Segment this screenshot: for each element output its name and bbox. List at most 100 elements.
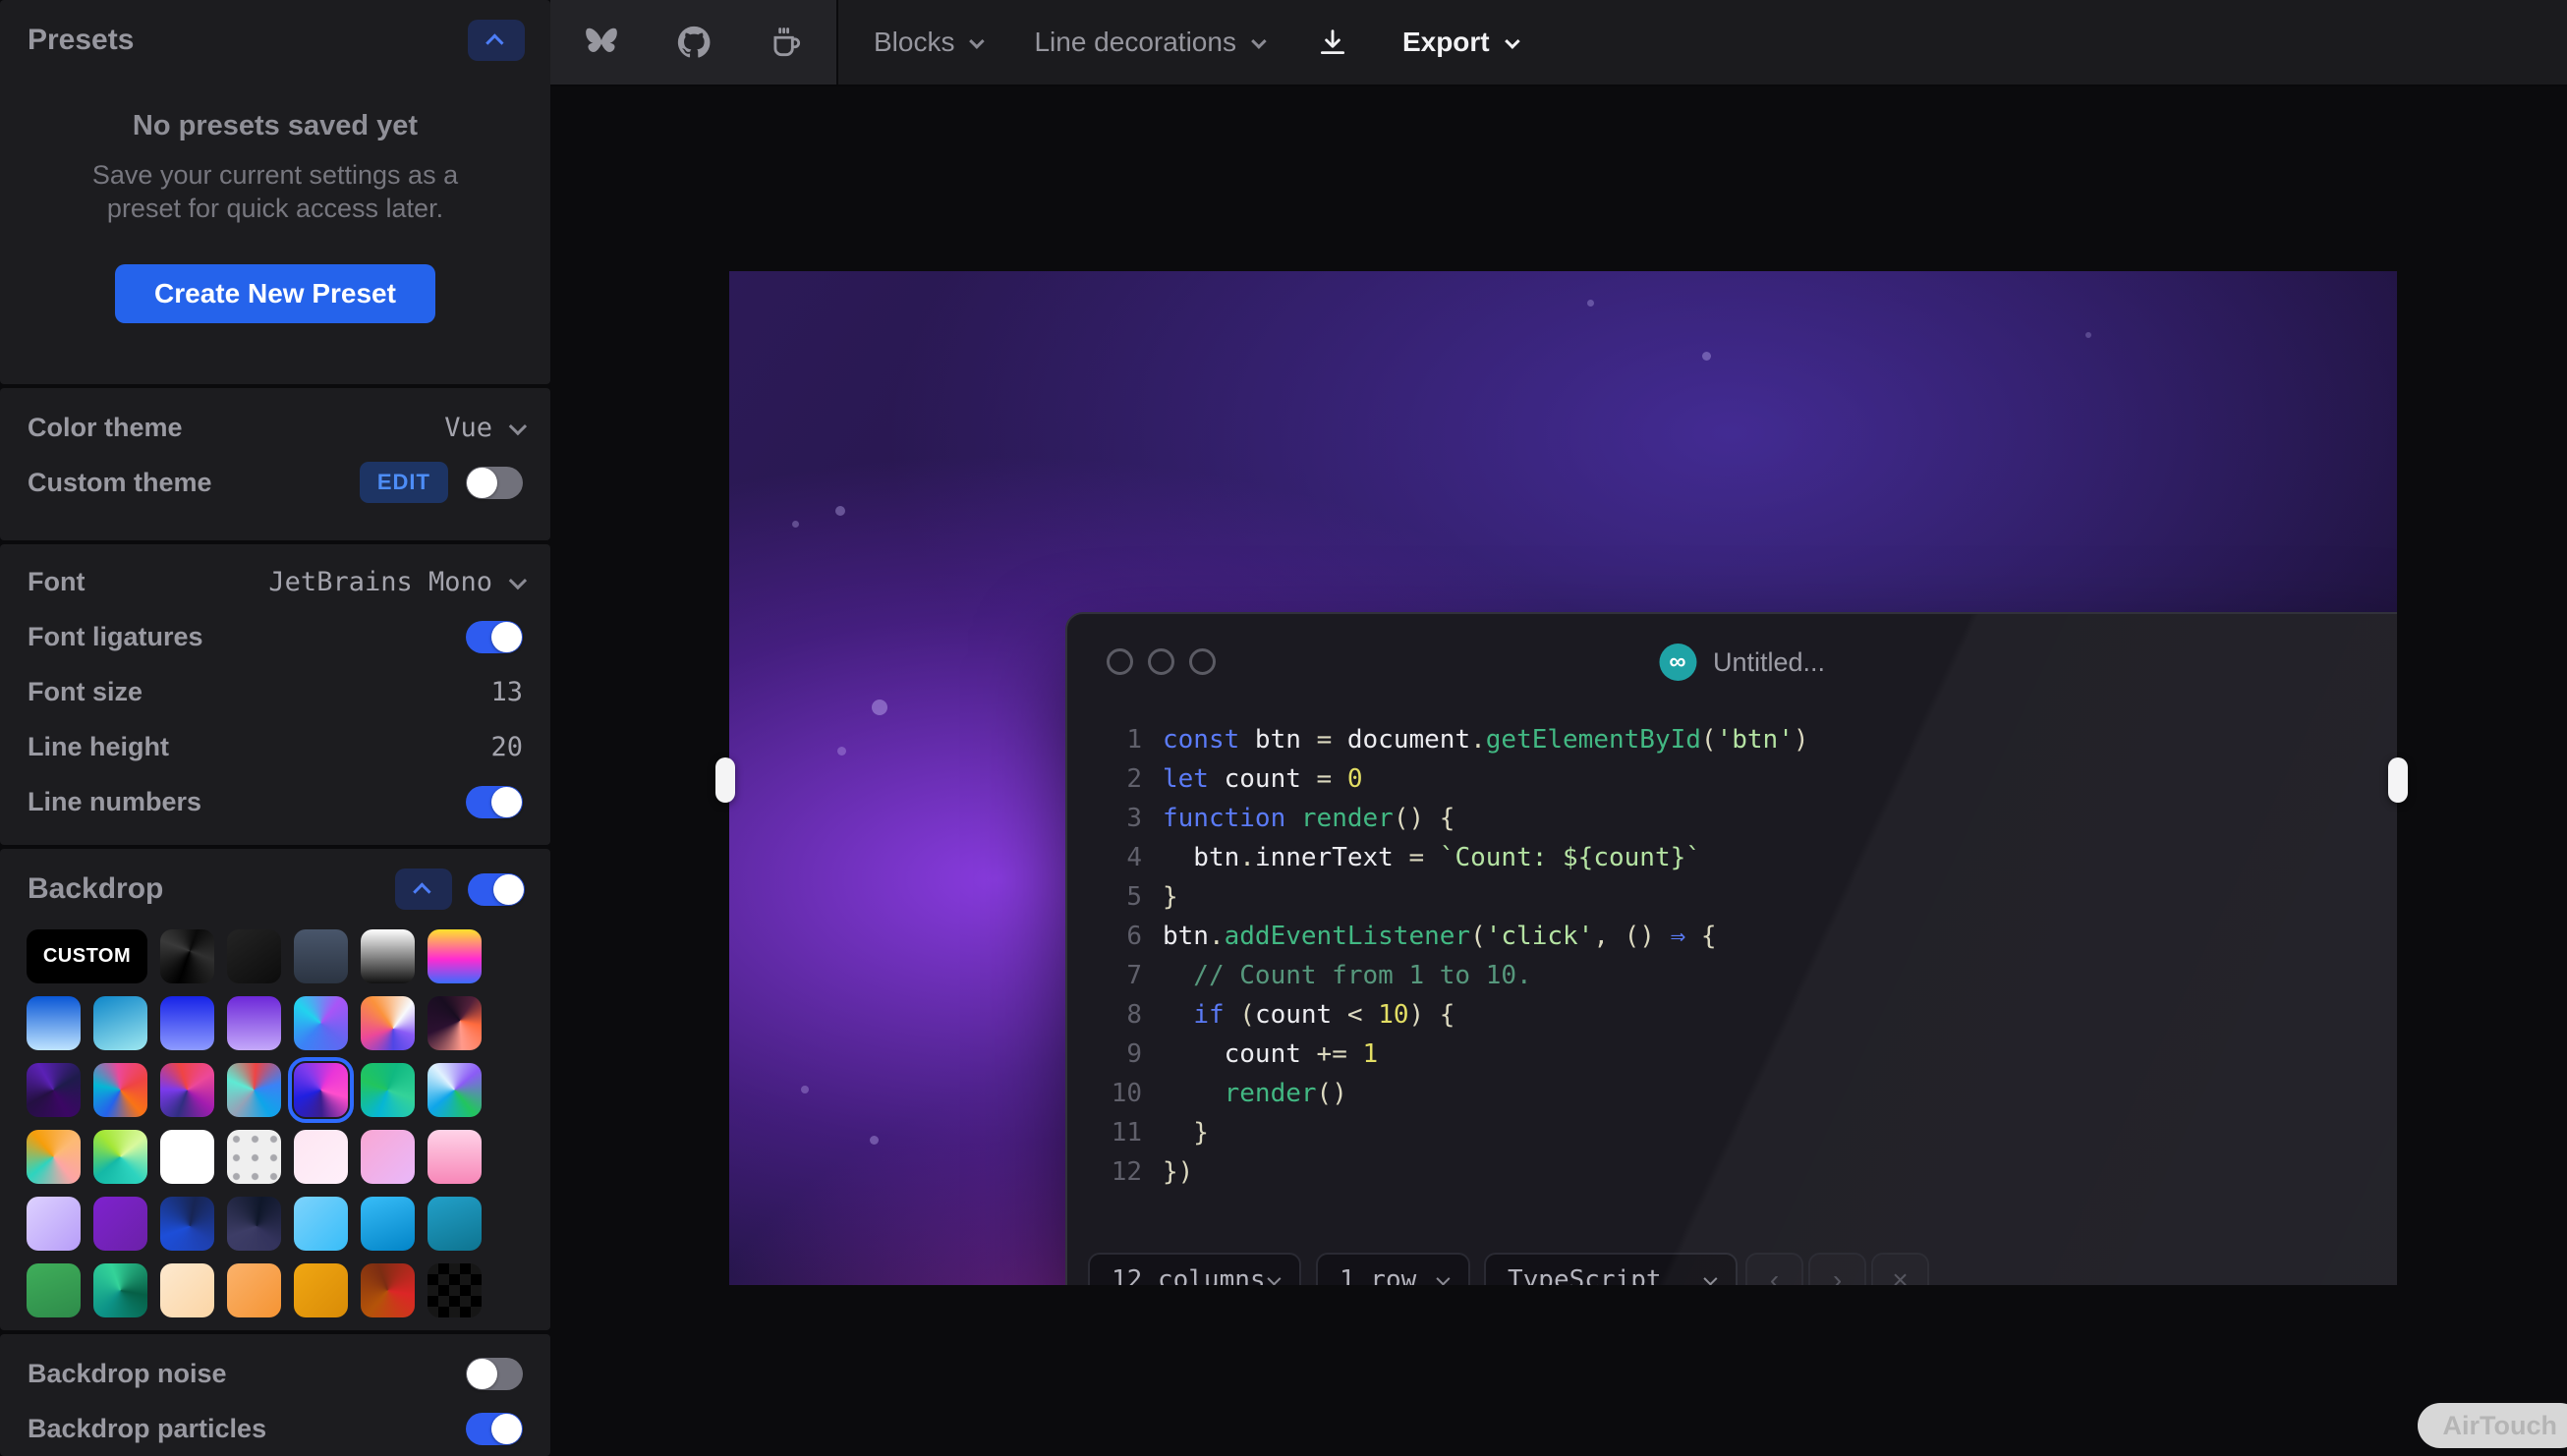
line-number: 8 (1067, 995, 1142, 1035)
backdrop-swatch-amber[interactable] (294, 1263, 348, 1317)
backdrop-swatch-dotted[interactable] (227, 1130, 281, 1184)
backdrop-swatch-slate[interactable] (294, 929, 348, 983)
backdrop-swatch-rust-conic[interactable] (361, 1263, 415, 1317)
backdrop-swatch-sage-red-blue-conic[interactable] (227, 1063, 281, 1117)
backdrop-swatch-grid: CUSTOM (0, 910, 550, 1317)
backdrop-collapse-button[interactable] (395, 868, 452, 910)
backdrop-toggle[interactable] (468, 873, 525, 906)
chevron-down-icon (1267, 1271, 1281, 1285)
line-number: 12 (1067, 1152, 1142, 1192)
backdrop-swatch-magenta-orange-conic[interactable] (361, 996, 415, 1050)
font-size-input[interactable]: 13 (490, 677, 523, 707)
bluesky-icon[interactable] (583, 24, 620, 61)
backdrop-swatch-blue-sky[interactable] (27, 996, 81, 1050)
particle (837, 747, 846, 756)
export-menu[interactable]: Export (1402, 27, 1516, 58)
line-decorations-menu[interactable]: Line decorations (1034, 27, 1262, 58)
code-line: 5} (1067, 877, 1809, 917)
particle (801, 1086, 809, 1093)
blocks-menu-label: Blocks (874, 27, 954, 58)
backdrop-swatch-blue-magenta-conic[interactable] (294, 1063, 348, 1117)
backdrop-swatch-pink-violet[interactable] (361, 1130, 415, 1184)
backdrop-swatch-cream[interactable] (160, 1263, 214, 1317)
rows-select[interactable]: 1 row (1316, 1253, 1470, 1285)
backdrop-swatch-blue-teal-purple-conic[interactable] (294, 996, 348, 1050)
backdrop-swatch-navy-conic[interactable] (160, 1197, 214, 1251)
presets-collapse-button[interactable] (468, 20, 525, 61)
code-line: 3function render() { (1067, 799, 1809, 838)
backdrop-swatch-cyan-white-violet-conic[interactable] (428, 1063, 482, 1117)
backdrop-swatch-cyan[interactable] (361, 1197, 415, 1251)
line-number: 4 (1067, 838, 1142, 877)
backdrop-swatch-dark-purple-conic[interactable] (27, 1063, 81, 1117)
custom-theme-edit-button[interactable]: EDIT (360, 462, 448, 503)
line-number: 10 (1067, 1074, 1142, 1113)
window-maximize-circle[interactable] (1189, 648, 1216, 675)
backdrop-noise-toggle[interactable] (466, 1358, 523, 1390)
presets-section: Presets No presets saved yet Save your c… (0, 0, 550, 384)
backdrop-swatch-white[interactable] (160, 1130, 214, 1184)
backdrop-swatch-violet[interactable] (227, 996, 281, 1050)
backdrop-swatch-orange[interactable] (227, 1263, 281, 1317)
custom-theme-label: Custom theme (28, 468, 212, 498)
backdrop-swatch-custom[interactable]: CUSTOM (27, 929, 147, 983)
window-title-group[interactable]: ∞ Untitled... (1659, 644, 1825, 681)
blocks-menu[interactable]: Blocks (874, 27, 981, 58)
backdrop-swatch-lavender[interactable] (27, 1197, 81, 1251)
coffee-icon[interactable] (768, 24, 805, 61)
custom-theme-toggle[interactable] (466, 467, 523, 499)
backdrop-swatch-transparent-checker[interactable] (428, 1263, 482, 1317)
font-select[interactable]: JetBrains Mono (268, 567, 523, 597)
backdrop-swatch-pale-pink[interactable] (294, 1130, 348, 1184)
columns-select[interactable]: 12 columns (1088, 1253, 1301, 1285)
resize-handle-right[interactable] (2388, 757, 2408, 803)
window-minimize-circle[interactable] (1148, 648, 1174, 675)
backdrop-swatch-pink[interactable] (428, 1130, 482, 1184)
backdrop-swatch-teal-blue[interactable] (93, 996, 147, 1050)
backdrop-swatch-charcoal[interactable] (227, 929, 281, 983)
line-number: 9 (1067, 1035, 1142, 1074)
backdrop-swatch-sky[interactable] (294, 1197, 348, 1251)
code-window[interactable]: ∞ Untitled... 1const btn = document.getE… (1065, 612, 2397, 1285)
language-select[interactable]: TypeScript (1484, 1253, 1738, 1285)
line-number: 5 (1067, 877, 1142, 917)
line-height-input[interactable]: 20 (490, 732, 523, 762)
backdrop-swatch-teal-orange-conic[interactable] (27, 1130, 81, 1184)
download-icon[interactable] (1316, 26, 1349, 59)
backdrop-particles-label: Backdrop particles (28, 1414, 266, 1444)
github-icon[interactable] (675, 24, 713, 61)
code-editor[interactable]: 1const btn = document.getElementById('bt… (1067, 720, 1809, 1192)
code-line: 11 } (1067, 1113, 1809, 1152)
backdrop-swatch-deep-teal[interactable] (428, 1197, 482, 1251)
move-left-button[interactable]: ‹ (1745, 1253, 1803, 1285)
backdrop-swatch-purple[interactable] (93, 1197, 147, 1251)
line-numbers-toggle[interactable] (466, 786, 523, 818)
move-right-button[interactable]: › (1808, 1253, 1866, 1285)
font-ligatures-toggle[interactable] (466, 621, 523, 653)
code-line: 8 if (count < 10) { (1067, 995, 1809, 1035)
backdrop-swatch-deep-blue[interactable] (160, 996, 214, 1050)
line-number: 2 (1067, 759, 1142, 799)
backdrop-swatch-teal-lime-conic[interactable] (93, 1130, 147, 1184)
create-new-preset-button[interactable]: Create New Preset (115, 264, 435, 323)
window-close-circle[interactable] (1107, 648, 1133, 675)
backdrop-swatch-green-teal-conic[interactable] (361, 1063, 415, 1117)
color-theme-select[interactable]: Vue (444, 413, 523, 443)
backdrop-swatch-dark-conic[interactable] (160, 929, 214, 983)
backdrop-swatch-dark-ember-conic[interactable] (428, 996, 482, 1050)
remove-block-button[interactable]: × (1871, 1253, 1929, 1285)
resize-handle-left[interactable] (715, 757, 735, 803)
line-number: 1 (1067, 720, 1142, 759)
backdrop-swatch-green[interactable] (27, 1263, 81, 1317)
backdrop-swatch-yellow-magenta-blue[interactable] (428, 929, 482, 983)
backdrop-swatch-white-black[interactable] (361, 929, 415, 983)
backdrop-particles-toggle[interactable] (466, 1413, 523, 1445)
chevron-up-icon (485, 33, 503, 51)
backdrop-swatch-teal-green-conic[interactable] (93, 1263, 147, 1317)
backdrop-swatch-purple-red-conic[interactable] (160, 1063, 214, 1117)
backdrop-swatch-dark-navy-conic[interactable] (227, 1197, 281, 1251)
backdrop-swatch-blue-pink-red-conic[interactable] (93, 1063, 147, 1117)
chevron-down-icon (1436, 1271, 1450, 1285)
particle (2085, 332, 2091, 338)
font-section: Font JetBrains Mono Font ligatures Font … (0, 544, 550, 845)
